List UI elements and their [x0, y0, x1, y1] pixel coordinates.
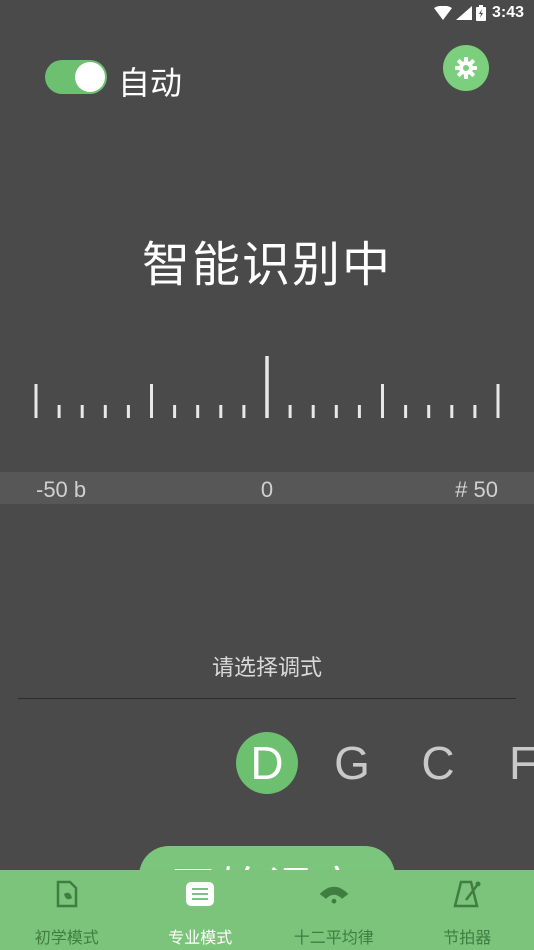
toggle-knob	[75, 62, 105, 92]
ruler-major-tick	[496, 384, 500, 418]
nav-label-temperament: 十二平均律	[293, 928, 374, 947]
mode-select-hint: 请选择调式	[211, 656, 322, 681]
note-option-d[interactable]: D	[236, 732, 298, 794]
gear-icon	[455, 57, 477, 79]
ruler-minor-tick	[357, 405, 361, 418]
nav-label-pro: 专业模式	[168, 928, 233, 947]
note-option-c[interactable]: C	[407, 732, 469, 794]
tuning-status-title: 智能识别中	[141, 237, 392, 293]
ruler-minor-tick	[219, 405, 223, 418]
nav-item-beginner[interactable]: 初学模式	[0, 870, 134, 950]
ruler-minor-tick	[450, 405, 454, 418]
ruler-minor-tick	[80, 405, 84, 418]
ruler-center-tick	[265, 356, 269, 418]
bottom-nav: 初学模式 专业模式 十二平均律 节拍器	[0, 870, 534, 950]
battery-icon	[475, 5, 486, 21]
note-option-g[interactable]: G	[321, 732, 383, 794]
ruler-minor-tick	[288, 405, 292, 418]
ruler-minor-tick	[404, 405, 408, 418]
status-bar: 3:43	[0, 0, 534, 28]
tuning-ruler	[34, 356, 500, 418]
nav-item-temperament[interactable]: 十二平均律	[267, 870, 401, 950]
beginner-icon	[51, 878, 83, 910]
temperament-icon	[318, 878, 350, 910]
ruler-minor-tick	[126, 405, 130, 418]
metronome-icon	[451, 878, 483, 910]
nav-item-metronome[interactable]: 节拍器	[401, 870, 534, 950]
status-time: 3:43	[491, 4, 524, 21]
nav-item-pro[interactable]: 专业模式	[134, 870, 268, 950]
nav-label-metronome: 节拍器	[443, 928, 492, 947]
wifi-icon	[433, 6, 452, 20]
note-option-f[interactable]: F	[492, 732, 534, 794]
ruler-minor-tick	[196, 405, 200, 418]
ruler-minor-tick	[173, 405, 177, 418]
scale-label-sharp: # 50	[455, 477, 498, 502]
settings-button[interactable]	[443, 45, 489, 91]
ruler-minor-tick	[334, 405, 338, 418]
nav-label-beginner: 初学模式	[34, 928, 99, 947]
divider	[18, 698, 516, 699]
auto-toggle-label: 自动	[118, 64, 183, 102]
scale-label-zero: 0	[260, 477, 274, 502]
signal-icon	[455, 6, 472, 20]
ruler-minor-tick	[103, 405, 107, 418]
auto-toggle[interactable]	[45, 60, 107, 94]
ruler-minor-tick	[473, 405, 477, 418]
ruler-minor-tick	[242, 405, 246, 418]
ruler-minor-tick	[427, 405, 431, 418]
ruler-major-tick	[34, 384, 38, 418]
status-icons: 3:43	[433, 4, 524, 22]
pro-mode-icon	[184, 878, 216, 910]
ruler-major-tick	[150, 384, 153, 418]
ruler-minor-tick	[57, 405, 61, 418]
ruler-major-tick	[381, 384, 384, 418]
ruler-minor-tick	[311, 405, 315, 418]
